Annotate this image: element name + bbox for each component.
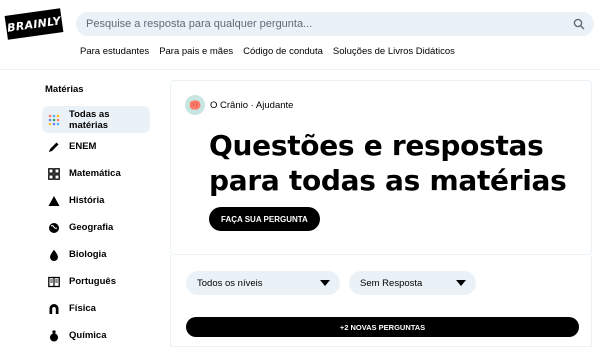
magnet-icon <box>48 303 60 315</box>
author-name: O Crânio · Ajudante <box>210 99 294 111</box>
flask-icon <box>48 330 60 342</box>
headline-line-2: para todas as matérias <box>209 164 567 197</box>
book-icon <box>48 276 60 288</box>
search-bar[interactable] <box>76 12 594 36</box>
sidebar-item-label: Todas as matérias <box>69 108 110 131</box>
globe-icon <box>48 222 60 234</box>
brain-icon <box>189 100 201 110</box>
nav-link-textbook-solutions[interactable]: Soluções de Livros Didáticos <box>333 46 455 57</box>
site-header: BRAINLY Para estudantes Para pais e mães… <box>0 0 600 70</box>
sidebar-item-geography[interactable]: Geografia <box>42 214 150 241</box>
sidebar-item-biology[interactable]: Biologia <box>42 241 150 268</box>
level-filter-select[interactable]: Todos os níveis <box>186 271 340 295</box>
status-filter-select[interactable]: Sem Resposta <box>349 271 476 295</box>
hero-card: O Crânio · Ajudante Questões e respostas… <box>170 80 592 255</box>
sidebar-item-history[interactable]: História <box>42 187 150 214</box>
ask-question-button[interactable]: FAÇA SUA PERGUNTA <box>209 207 320 231</box>
status-filter-value: Sem Resposta <box>360 277 423 289</box>
search-icon[interactable] <box>573 18 585 30</box>
sidebar-item-all-subjects[interactable]: Todas as matérias <box>42 106 150 133</box>
level-filter-value: Todos os níveis <box>197 277 263 289</box>
leaf-drop-icon <box>48 249 60 261</box>
calculator-icon <box>48 167 60 180</box>
sidebar-item-label: Biologia <box>69 249 107 260</box>
sidebar-item-enem[interactable]: ENEM <box>42 133 150 160</box>
sidebar-item-label: Química <box>69 330 107 341</box>
author-row[interactable]: O Crânio · Ajudante <box>185 95 293 115</box>
nav-link-parents[interactable]: Para pais e mães <box>159 46 233 57</box>
pencil-icon <box>48 141 60 153</box>
headline-line-1: Questões e respostas <box>209 129 544 162</box>
caret-down-icon <box>456 280 466 286</box>
sidebar-item-label: ENEM <box>69 141 97 152</box>
nav-link-code-of-conduct[interactable]: Código de conduta <box>243 46 323 57</box>
logo-text: BRAINLY <box>6 13 62 35</box>
brainly-logo[interactable]: BRAINLY <box>4 8 64 40</box>
sidebar-item-math[interactable]: Matemática <box>42 160 150 187</box>
pyramid-icon <box>48 195 60 207</box>
sidebar-item-label: Geografia <box>69 222 114 233</box>
new-questions-button[interactable]: +2 NOVAS PERGUNTAS <box>186 317 579 337</box>
avatar[interactable] <box>185 95 205 115</box>
page-title: Questões e respostas para todas as matér… <box>209 128 567 198</box>
sidebar-item-label: História <box>69 195 105 206</box>
sidebar-title: Matérias <box>45 84 84 95</box>
sidebar-item-label: Física <box>69 303 96 314</box>
subject-list: Todas as matérias ENEM Matemática Histór… <box>42 106 150 347</box>
sidebar-item-chemistry[interactable]: Química <box>42 322 150 347</box>
sidebar-item-portuguese[interactable]: Português <box>42 268 150 295</box>
sidebar-item-physics[interactable]: Física <box>42 295 150 322</box>
top-navigation: Para estudantes Para pais e mães Código … <box>80 46 455 57</box>
subjects-sidebar: Matérias Todas as matérias ENEM Matemáti… <box>0 70 160 347</box>
search-input[interactable] <box>86 18 584 30</box>
caret-down-icon <box>320 280 330 286</box>
nav-link-students[interactable]: Para estudantes <box>80 46 149 57</box>
grid-dots-icon <box>48 114 60 126</box>
question-filters: Todos os níveis Sem Resposta +2 NOVAS PE… <box>170 255 592 347</box>
sidebar-item-label: Português <box>69 276 116 287</box>
sidebar-item-label: Matemática <box>69 168 121 179</box>
